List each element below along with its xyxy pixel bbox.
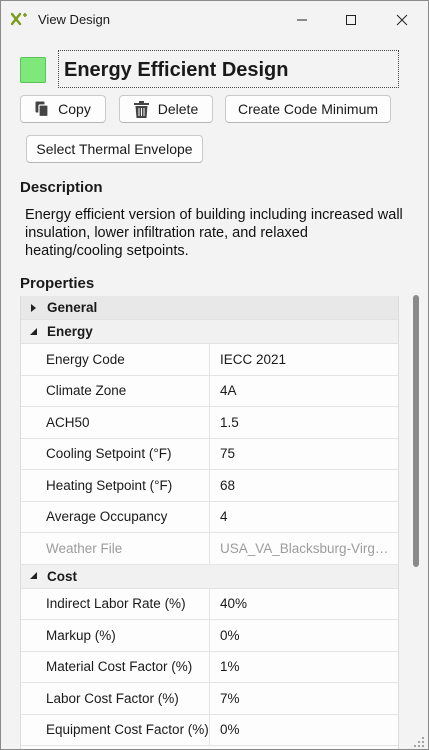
property-name: ACH50 bbox=[21, 407, 210, 438]
create-code-minimum-label: Create Code Minimum bbox=[237, 101, 379, 117]
property-row[interactable]: Heating Setpoint (°F) 68 bbox=[21, 470, 398, 502]
property-name: Climate Zone bbox=[21, 375, 210, 406]
property-value[interactable]: 4 bbox=[210, 509, 390, 524]
property-row[interactable]: Markup (%) 0% bbox=[21, 620, 398, 652]
collapse-arrow-icon[interactable] bbox=[21, 327, 47, 337]
property-row[interactable]: Equipment Cost Factor (%) 0% bbox=[21, 714, 398, 746]
property-row[interactable]: Climate Zone 4A bbox=[21, 375, 398, 407]
property-value[interactable]: IECC 2021 bbox=[210, 352, 390, 367]
property-name: Markup (%) bbox=[21, 620, 210, 651]
category-label: General bbox=[47, 300, 98, 315]
create-code-minimum-button[interactable]: Create Code Minimum bbox=[225, 95, 391, 123]
property-value[interactable]: 7% bbox=[210, 691, 390, 706]
maximize-button[interactable] bbox=[328, 1, 374, 39]
property-row[interactable]: Energy Code IECC 2021 bbox=[21, 344, 398, 376]
property-row[interactable]: Indirect Labor Rate (%) 40% bbox=[21, 588, 398, 620]
category-cost[interactable]: Cost bbox=[21, 564, 398, 589]
property-value[interactable]: 1% bbox=[210, 659, 390, 674]
trash-icon bbox=[133, 100, 149, 118]
property-name: Cooling Setpoint (°F) bbox=[21, 438, 210, 469]
title-bar[interactable]: View Design bbox=[1, 1, 428, 39]
property-name: Indirect Labor Rate (%) bbox=[21, 588, 210, 619]
view-design-window: View Design Energy Efficient Design Copy… bbox=[0, 0, 429, 750]
property-name: Energy Code bbox=[21, 344, 210, 375]
description-heading: Description bbox=[20, 179, 103, 196]
property-value[interactable]: 0% bbox=[210, 722, 390, 737]
property-value[interactable]: 40% bbox=[210, 596, 390, 611]
category-label: Energy bbox=[47, 324, 93, 339]
property-name: Heating Setpoint (°F) bbox=[21, 470, 210, 501]
property-value[interactable]: 1.5 bbox=[210, 415, 390, 430]
resize-grip-icon[interactable] bbox=[413, 736, 425, 748]
category-label: Cost bbox=[47, 568, 77, 584]
property-name: Material Cost Factor (%) bbox=[21, 651, 210, 682]
copy-icon bbox=[35, 101, 49, 117]
window-title: View Design bbox=[38, 12, 111, 27]
property-row[interactable]: Material Cost Factor (%) 1% bbox=[21, 651, 398, 683]
copy-label: Copy bbox=[58, 101, 91, 117]
vertical-scrollbar[interactable] bbox=[413, 295, 419, 567]
select-thermal-envelope-label: Select Thermal Envelope bbox=[36, 141, 193, 157]
property-value[interactable]: 75 bbox=[210, 446, 390, 461]
expand-arrow-icon[interactable] bbox=[21, 303, 47, 313]
design-color-swatch[interactable] bbox=[20, 57, 46, 83]
property-name: Equipment Cost Factor (%) bbox=[21, 714, 210, 745]
category-general[interactable]: General bbox=[21, 296, 398, 320]
property-grid[interactable]: General Energy Energy Code IECC 2021 Cli… bbox=[20, 296, 399, 749]
category-energy[interactable]: Energy bbox=[21, 320, 398, 344]
maximize-icon bbox=[346, 15, 356, 25]
delete-label: Delete bbox=[157, 101, 199, 117]
property-row[interactable]: Labor Cost Factor (%) 7% bbox=[21, 683, 398, 715]
property-value[interactable]: 0% bbox=[210, 628, 390, 643]
property-row-readonly: Weather File USA_VA_Blacksburg-Virgini..… bbox=[21, 533, 398, 565]
property-name: Weather File bbox=[21, 533, 210, 564]
property-value: USA_VA_Blacksburg-Virgini... bbox=[220, 540, 390, 556]
property-value[interactable]: 68 bbox=[210, 478, 390, 493]
property-row[interactable]: Average Occupancy 4 bbox=[21, 501, 398, 533]
close-icon bbox=[396, 14, 408, 26]
property-name: Average Occupancy bbox=[21, 501, 210, 532]
description-text: Energy efficient version of building inc… bbox=[25, 207, 403, 259]
minimize-icon bbox=[297, 19, 307, 21]
property-name: Labor Cost Factor (%) bbox=[21, 683, 210, 714]
delete-button[interactable]: Delete bbox=[119, 95, 213, 123]
design-name-field[interactable]: Energy Efficient Design bbox=[58, 50, 399, 88]
property-row[interactable]: ACH50 1.5 bbox=[21, 407, 398, 439]
copy-button[interactable]: Copy bbox=[20, 95, 106, 123]
collapse-arrow-icon[interactable] bbox=[21, 571, 47, 581]
property-value[interactable]: 4A bbox=[210, 383, 390, 398]
properties-heading: Properties bbox=[20, 275, 95, 292]
close-button[interactable] bbox=[379, 1, 425, 39]
minimize-button[interactable] bbox=[279, 1, 325, 39]
app-logo-icon bbox=[11, 12, 27, 26]
select-thermal-envelope-button[interactable]: Select Thermal Envelope bbox=[26, 135, 203, 163]
property-row[interactable]: Cooling Setpoint (°F) 75 bbox=[21, 438, 398, 470]
